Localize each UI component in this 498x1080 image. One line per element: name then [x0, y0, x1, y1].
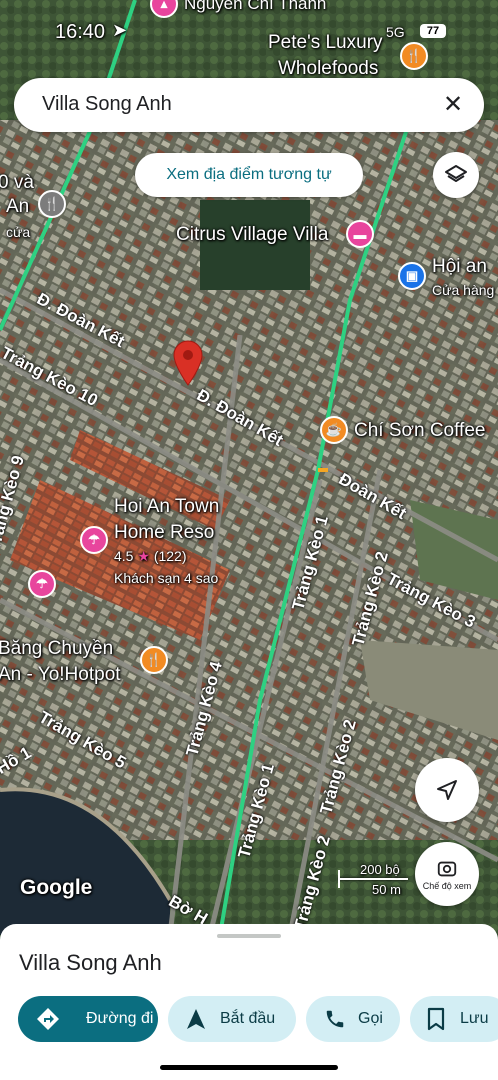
directions-icon [37, 1008, 59, 1030]
battery-icon: 77 [420, 24, 446, 38]
poi-label-hoiantown[interactable]: Hoi An Town [114, 496, 219, 518]
call-label: Gọi [358, 1010, 383, 1027]
poi-label-left: 0 và [0, 172, 34, 193]
poi-label-bangchuyen-2[interactable]: An - Yo!Hotpot [0, 664, 121, 686]
poi-label-hoiantown-2[interactable]: Home Reso [114, 522, 214, 544]
poi-label-left-2: An [6, 196, 30, 217]
clock: 16:40 [55, 21, 106, 43]
cafe-icon[interactable]: ☕ [320, 416, 348, 444]
star-icon: ★ [137, 548, 150, 564]
scale-bar: 200 bộ 50 m [338, 862, 408, 897]
live-view-button[interactable]: Chế độ xem [415, 842, 479, 906]
poi-label-petes[interactable]: Pete's Luxury [268, 32, 383, 54]
restaurant-icon[interactable]: 🍴 [38, 190, 66, 218]
shopping-bag-icon[interactable]: ▣ [398, 262, 426, 290]
poi-rating: 4.5 ★ (122) [114, 548, 187, 564]
layers-icon [445, 165, 467, 182]
home-indicator[interactable] [160, 1065, 338, 1070]
close-icon[interactable]: ✕ [438, 90, 468, 120]
similar-places-chip[interactable]: Xem địa điểm tương tự [135, 153, 363, 197]
poi-hotel-class: Khách sạn 4 sao [114, 570, 219, 586]
save-label: Lưu [460, 1010, 489, 1027]
resort-icon[interactable]: ☂ [80, 526, 108, 554]
start-button[interactable]: Bắt đầu [168, 996, 296, 1042]
start-label: Bắt đầu [220, 1010, 276, 1027]
place-bottom-sheet[interactable]: Villa Song Anh Đường đi Bắt đầu Gọi Lưu [0, 924, 498, 1080]
directions-label: Đường đi [86, 1010, 154, 1027]
phone-icon [326, 1010, 344, 1028]
bookmark-icon [427, 1007, 445, 1031]
hotel-icon[interactable]: ▬ [346, 220, 374, 248]
directions-button[interactable]: Đường đi [18, 996, 158, 1042]
my-location-button[interactable] [415, 758, 479, 822]
search-bar[interactable]: Villa Song Anh ✕ [14, 78, 484, 132]
location-pin-icon[interactable] [172, 340, 204, 386]
camera-icon [437, 861, 457, 876]
google-logo: Google [20, 876, 93, 899]
poi-label-petes-2[interactable]: Wholefoods [278, 58, 378, 80]
restaurant-icon[interactable]: 🍴 [400, 42, 428, 70]
poi-label-left-3: cửa [6, 224, 31, 240]
live-view-label: Chế độ xem [422, 880, 472, 891]
place-name: Villa Song Anh [19, 950, 162, 975]
save-button[interactable]: Lưu [410, 996, 498, 1042]
poi-label-chison[interactable]: Chí Sơn Coffee [354, 420, 485, 442]
network-indicator: 5G [386, 24, 405, 40]
poi-label-top: Nguyễn Chí Thanh [184, 0, 327, 13]
poi-label-citrus[interactable]: Citrus Village Villa [176, 224, 328, 246]
call-button[interactable]: Gọi [306, 996, 400, 1042]
restaurant-icon[interactable]: 🍴 [140, 646, 168, 674]
poi-label-bangchuyen[interactable]: Băng Chuyền [0, 638, 113, 660]
search-query[interactable]: Villa Song Anh [42, 93, 172, 116]
navigation-arrow-icon [437, 780, 457, 800]
layers-button[interactable] [433, 152, 479, 198]
poi-label-hoian-2: Cửa hàng [432, 282, 495, 298]
navigation-icon [187, 1009, 205, 1029]
resort-icon[interactable]: ☂ [28, 570, 56, 598]
location-arrow-icon: ➤ [112, 20, 128, 40]
drag-handle[interactable] [217, 934, 281, 938]
poi-label-hoian[interactable]: Hội an [432, 256, 487, 278]
